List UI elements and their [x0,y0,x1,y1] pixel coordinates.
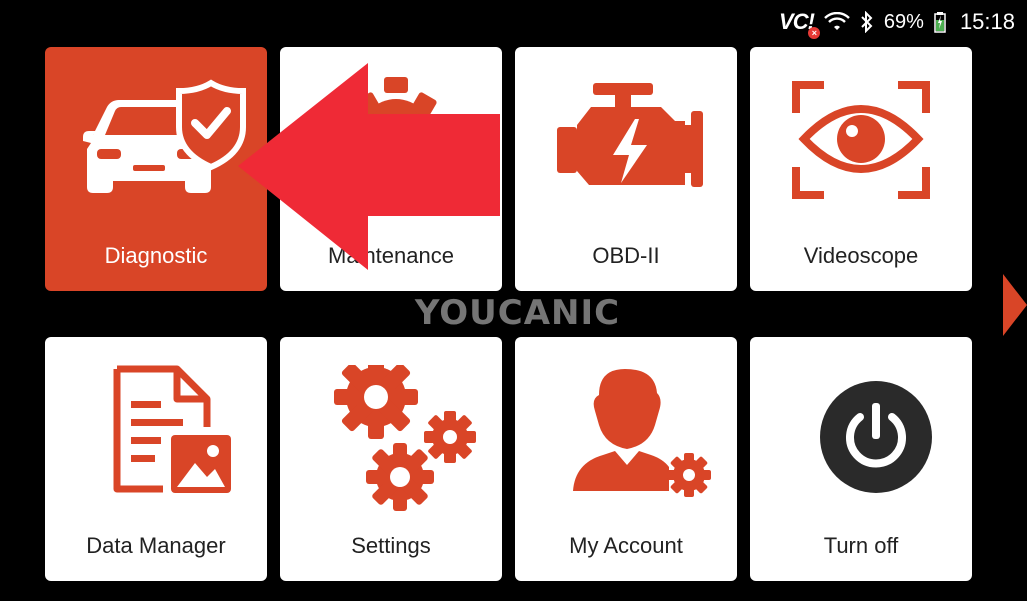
wifi-icon [824,12,850,30]
battery-percent: 69% [883,10,924,33]
tile-label: My Account [569,533,683,558]
tile-turn-off[interactable]: Turn off [750,337,972,581]
vci-disconnected-icon: × [807,27,820,39]
status-bar: VC! × 69% 15:18 [0,0,1027,44]
tile-my-account[interactable]: My Account [515,337,737,581]
gears-icon [334,365,476,511]
red-arrow-overlay-icon [238,63,500,270]
tile-label: Settings [351,533,431,558]
vci-status-icon: VC! × [779,9,820,39]
clock: 15:18 [959,9,1015,34]
bluetooth-icon [861,11,873,33]
user-gear-icon [573,369,711,497]
tile-label: OBD-II [592,243,660,268]
document-image-icon [113,365,231,493]
tile-settings[interactable]: Settings [280,337,502,581]
next-page-arrow-icon[interactable] [1001,272,1027,338]
car-shield-icon [83,79,246,193]
watermark: YOUCANIC [414,293,621,333]
power-icon [820,381,932,493]
engine-icon [557,83,703,187]
battery-icon [934,12,946,33]
tile-label: Videoscope [803,243,919,268]
eye-icon [792,81,930,199]
tile-obd-ii[interactable]: OBD-II [515,47,737,291]
tile-label: Data Manager [86,533,226,558]
tile-label: Turn off [823,533,899,558]
tile-videoscope[interactable]: Videoscope [750,47,972,291]
tile-data-manager[interactable]: Data Manager [45,337,267,581]
